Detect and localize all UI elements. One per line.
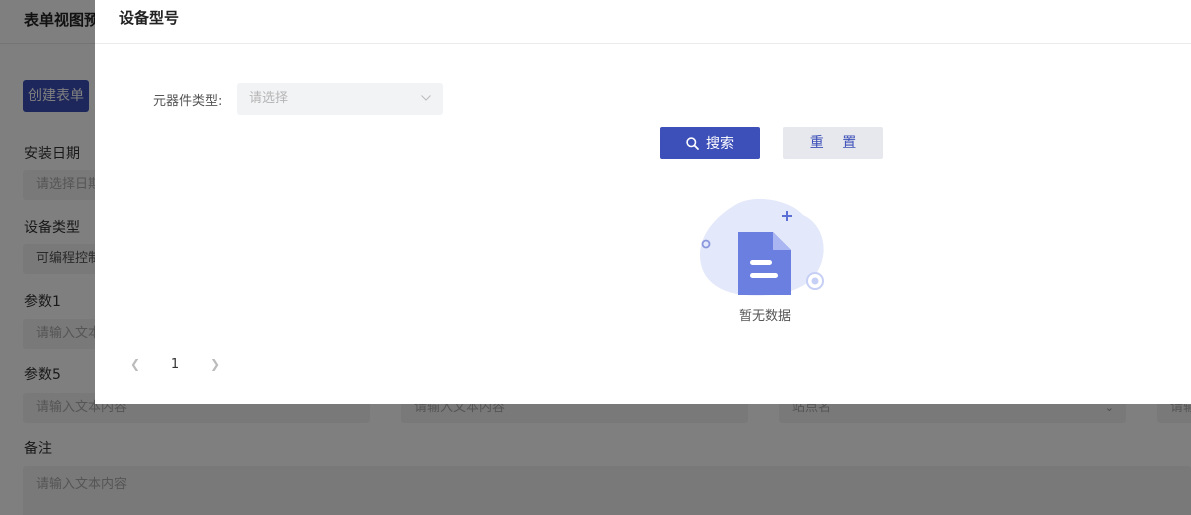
pagination: ❮ 1 ❯ (125, 354, 225, 374)
page-number[interactable]: 1 (145, 357, 205, 372)
component-type-placeholder: 请选择 (249, 91, 289, 106)
search-button-label: 搜索 (706, 136, 734, 152)
component-type-select[interactable]: 请选择 (237, 83, 443, 115)
chevron-down-icon (421, 95, 431, 101)
empty-data-illustration (700, 198, 824, 296)
empty-data-text: 暂无数据 (738, 309, 791, 324)
device-model-modal: 设备型号 元器件类型: 请选择 搜索 重 置 暂无数据 ❮ 1 ❯ (95, 0, 1191, 404)
chevron-left-icon[interactable]: ❮ (125, 357, 145, 371)
chevron-right-icon[interactable]: ❯ (205, 357, 225, 371)
search-button[interactable]: 搜索 (660, 127, 760, 159)
reset-button[interactable]: 重 置 (783, 127, 883, 159)
modal-header: 设备型号 (95, 0, 1191, 44)
modal-title: 设备型号 (119, 9, 180, 27)
search-icon (686, 136, 699, 150)
component-type-label: 元器件类型: (153, 94, 223, 109)
